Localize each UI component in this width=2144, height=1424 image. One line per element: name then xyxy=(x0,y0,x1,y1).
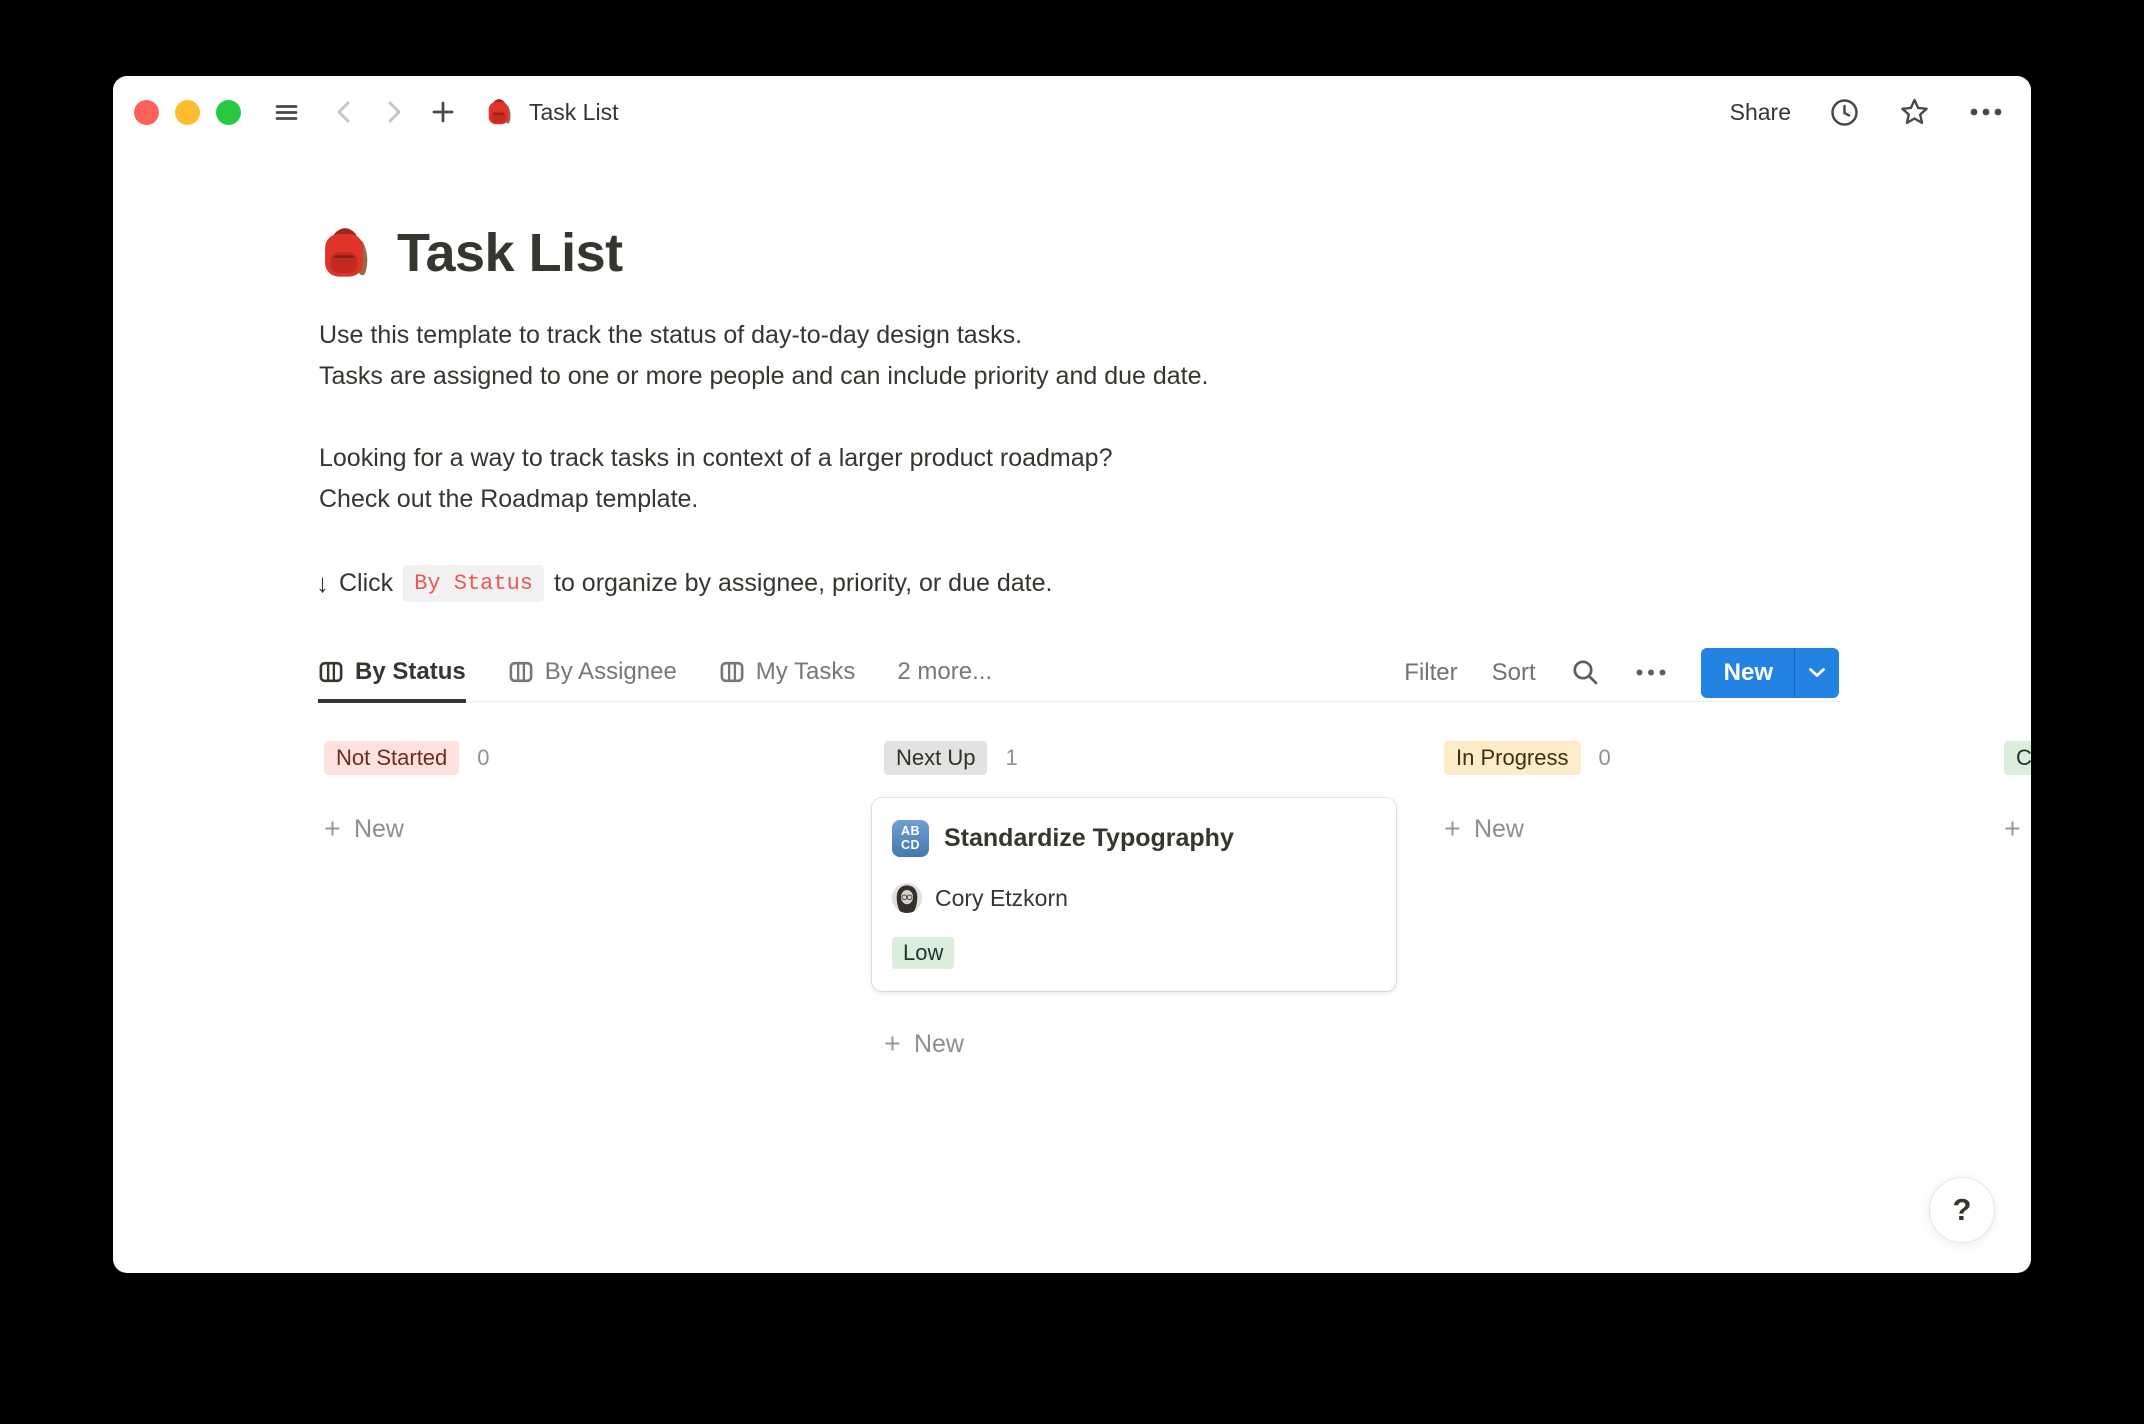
backpack-emoji-icon xyxy=(484,97,514,127)
assignee-name: Cory Etzkorn xyxy=(935,885,1068,912)
board-view-icon xyxy=(318,659,344,685)
card-title: Standardize Typography xyxy=(944,824,1234,853)
hint-inline-code: By Status xyxy=(403,565,544,602)
kanban-board: Not Started 0 + New Next Up 1 ABCD Stand… xyxy=(312,740,2031,1063)
zoom-window-button[interactable] xyxy=(216,100,241,125)
avatar xyxy=(892,883,922,913)
add-card-label: New xyxy=(1474,815,1524,844)
new-dropdown-button[interactable] xyxy=(1795,667,1839,678)
page-icon-backpack[interactable] xyxy=(316,224,374,282)
close-window-button[interactable] xyxy=(134,100,159,125)
view-toolbar: Filter Sort New xyxy=(1404,648,1839,698)
tab-by-status[interactable]: By Status xyxy=(318,645,466,703)
page-title: Task List xyxy=(397,222,623,284)
board-view-icon xyxy=(719,659,745,685)
breadcrumb-document-title[interactable]: Task List xyxy=(529,99,618,126)
notion-window: Task List Share Task List xyxy=(113,76,2031,1273)
new-button[interactable]: New xyxy=(1701,659,1794,687)
priority-badge: Low xyxy=(892,937,954,969)
question-mark-label: ? xyxy=(1953,1192,1972,1228)
column-header: Complete xyxy=(1992,740,2031,776)
add-card-button[interactable]: + New xyxy=(1992,810,2031,848)
page-header: Task List xyxy=(316,222,2031,284)
add-card-button[interactable]: + New xyxy=(872,1025,1396,1063)
column-count: 0 xyxy=(1599,745,1611,771)
more-icon[interactable] xyxy=(1969,107,2003,117)
column-header: Not Started 0 xyxy=(312,740,836,776)
back-icon[interactable] xyxy=(332,99,356,125)
sort-button[interactable]: Sort xyxy=(1492,659,1536,687)
tab-my-tasks[interactable]: My Tasks xyxy=(719,645,856,703)
abcd-letters-emoji-icon: ABCD xyxy=(892,820,929,857)
description-block-2: Looking for a way to track tasks in cont… xyxy=(319,438,2031,520)
clock-icon[interactable] xyxy=(1829,97,1860,128)
search-icon[interactable] xyxy=(1570,657,1601,688)
new-tab-icon[interactable] xyxy=(430,99,456,125)
column-header: In Progress 0 xyxy=(1432,740,1956,776)
status-badge[interactable]: Not Started xyxy=(324,741,459,775)
hint-post-text: to organize by assignee, priority, or du… xyxy=(554,569,1052,598)
tab-label: By Assignee xyxy=(545,658,677,686)
tab-label: 2 more... xyxy=(897,658,992,686)
new-button-group: New xyxy=(1701,648,1839,698)
tab-label: My Tasks xyxy=(756,658,856,686)
add-card-label: New xyxy=(354,815,404,844)
column-count: 1 xyxy=(1005,745,1017,771)
tab-label: By Status xyxy=(355,658,466,686)
traffic-lights xyxy=(134,100,241,125)
card-assignee-row: Cory Etzkorn xyxy=(892,883,1376,913)
tab-by-assignee[interactable]: By Assignee xyxy=(508,645,677,703)
add-card-button[interactable]: + New xyxy=(312,810,836,848)
tab-more-views[interactable]: 2 more... xyxy=(897,645,992,703)
status-badge[interactable]: Complete xyxy=(2004,741,2031,775)
share-button[interactable]: Share xyxy=(1730,99,1791,126)
plus-icon: + xyxy=(324,815,341,844)
task-card[interactable]: ABCD Standardize Typography xyxy=(872,798,1396,991)
titlebar-actions: Share xyxy=(1730,96,2003,129)
hint-line: ↓ Click By Status to organize by assigne… xyxy=(316,565,2031,602)
view-options-more-icon[interactable] xyxy=(1635,668,1667,677)
column-count: 0 xyxy=(477,745,489,771)
titlebar: Task List Share xyxy=(113,76,2031,148)
help-button[interactable]: ? xyxy=(1929,1177,1995,1243)
plus-icon: + xyxy=(884,1030,901,1059)
card-priority-row: Low xyxy=(892,937,1376,969)
star-icon[interactable] xyxy=(1898,96,1931,129)
down-arrow-icon: ↓ xyxy=(316,568,329,599)
forward-icon[interactable] xyxy=(382,99,406,125)
views-toolbar-row: By Status By Assignee My Tasks 2 more...… xyxy=(318,644,1839,702)
board-column-complete-clipped: Complete + New xyxy=(1992,740,2031,1063)
filter-button[interactable]: Filter xyxy=(1404,659,1457,687)
column-header: Next Up 1 xyxy=(872,740,1396,776)
description-line: Tasks are assigned to one or more people… xyxy=(319,356,2031,397)
status-badge[interactable]: In Progress xyxy=(1444,741,1581,775)
hint-pre-text: Click xyxy=(339,569,393,598)
board-view-icon xyxy=(508,659,534,685)
description-line: Check out the Roadmap template. xyxy=(319,479,2031,520)
board-column-next-up: Next Up 1 ABCD Standardize Typography xyxy=(872,740,1396,1063)
board-column-in-progress: In Progress 0 + New xyxy=(1432,740,1956,1063)
plus-icon: + xyxy=(1444,815,1461,844)
status-badge[interactable]: Next Up xyxy=(884,741,987,775)
description-line: Looking for a way to track tasks in cont… xyxy=(319,438,2031,479)
add-card-label: New xyxy=(914,1030,964,1059)
board-column-not-started: Not Started 0 + New xyxy=(312,740,836,1063)
add-card-button[interactable]: + New xyxy=(1432,810,1956,848)
card-title-row: ABCD Standardize Typography xyxy=(892,820,1376,857)
minimize-window-button[interactable] xyxy=(175,100,200,125)
hamburger-menu-icon[interactable] xyxy=(273,99,300,126)
plus-icon: + xyxy=(2004,815,2021,844)
description-line: Use this template to track the status of… xyxy=(319,315,2031,356)
description-block-1: Use this template to track the status of… xyxy=(319,315,2031,397)
